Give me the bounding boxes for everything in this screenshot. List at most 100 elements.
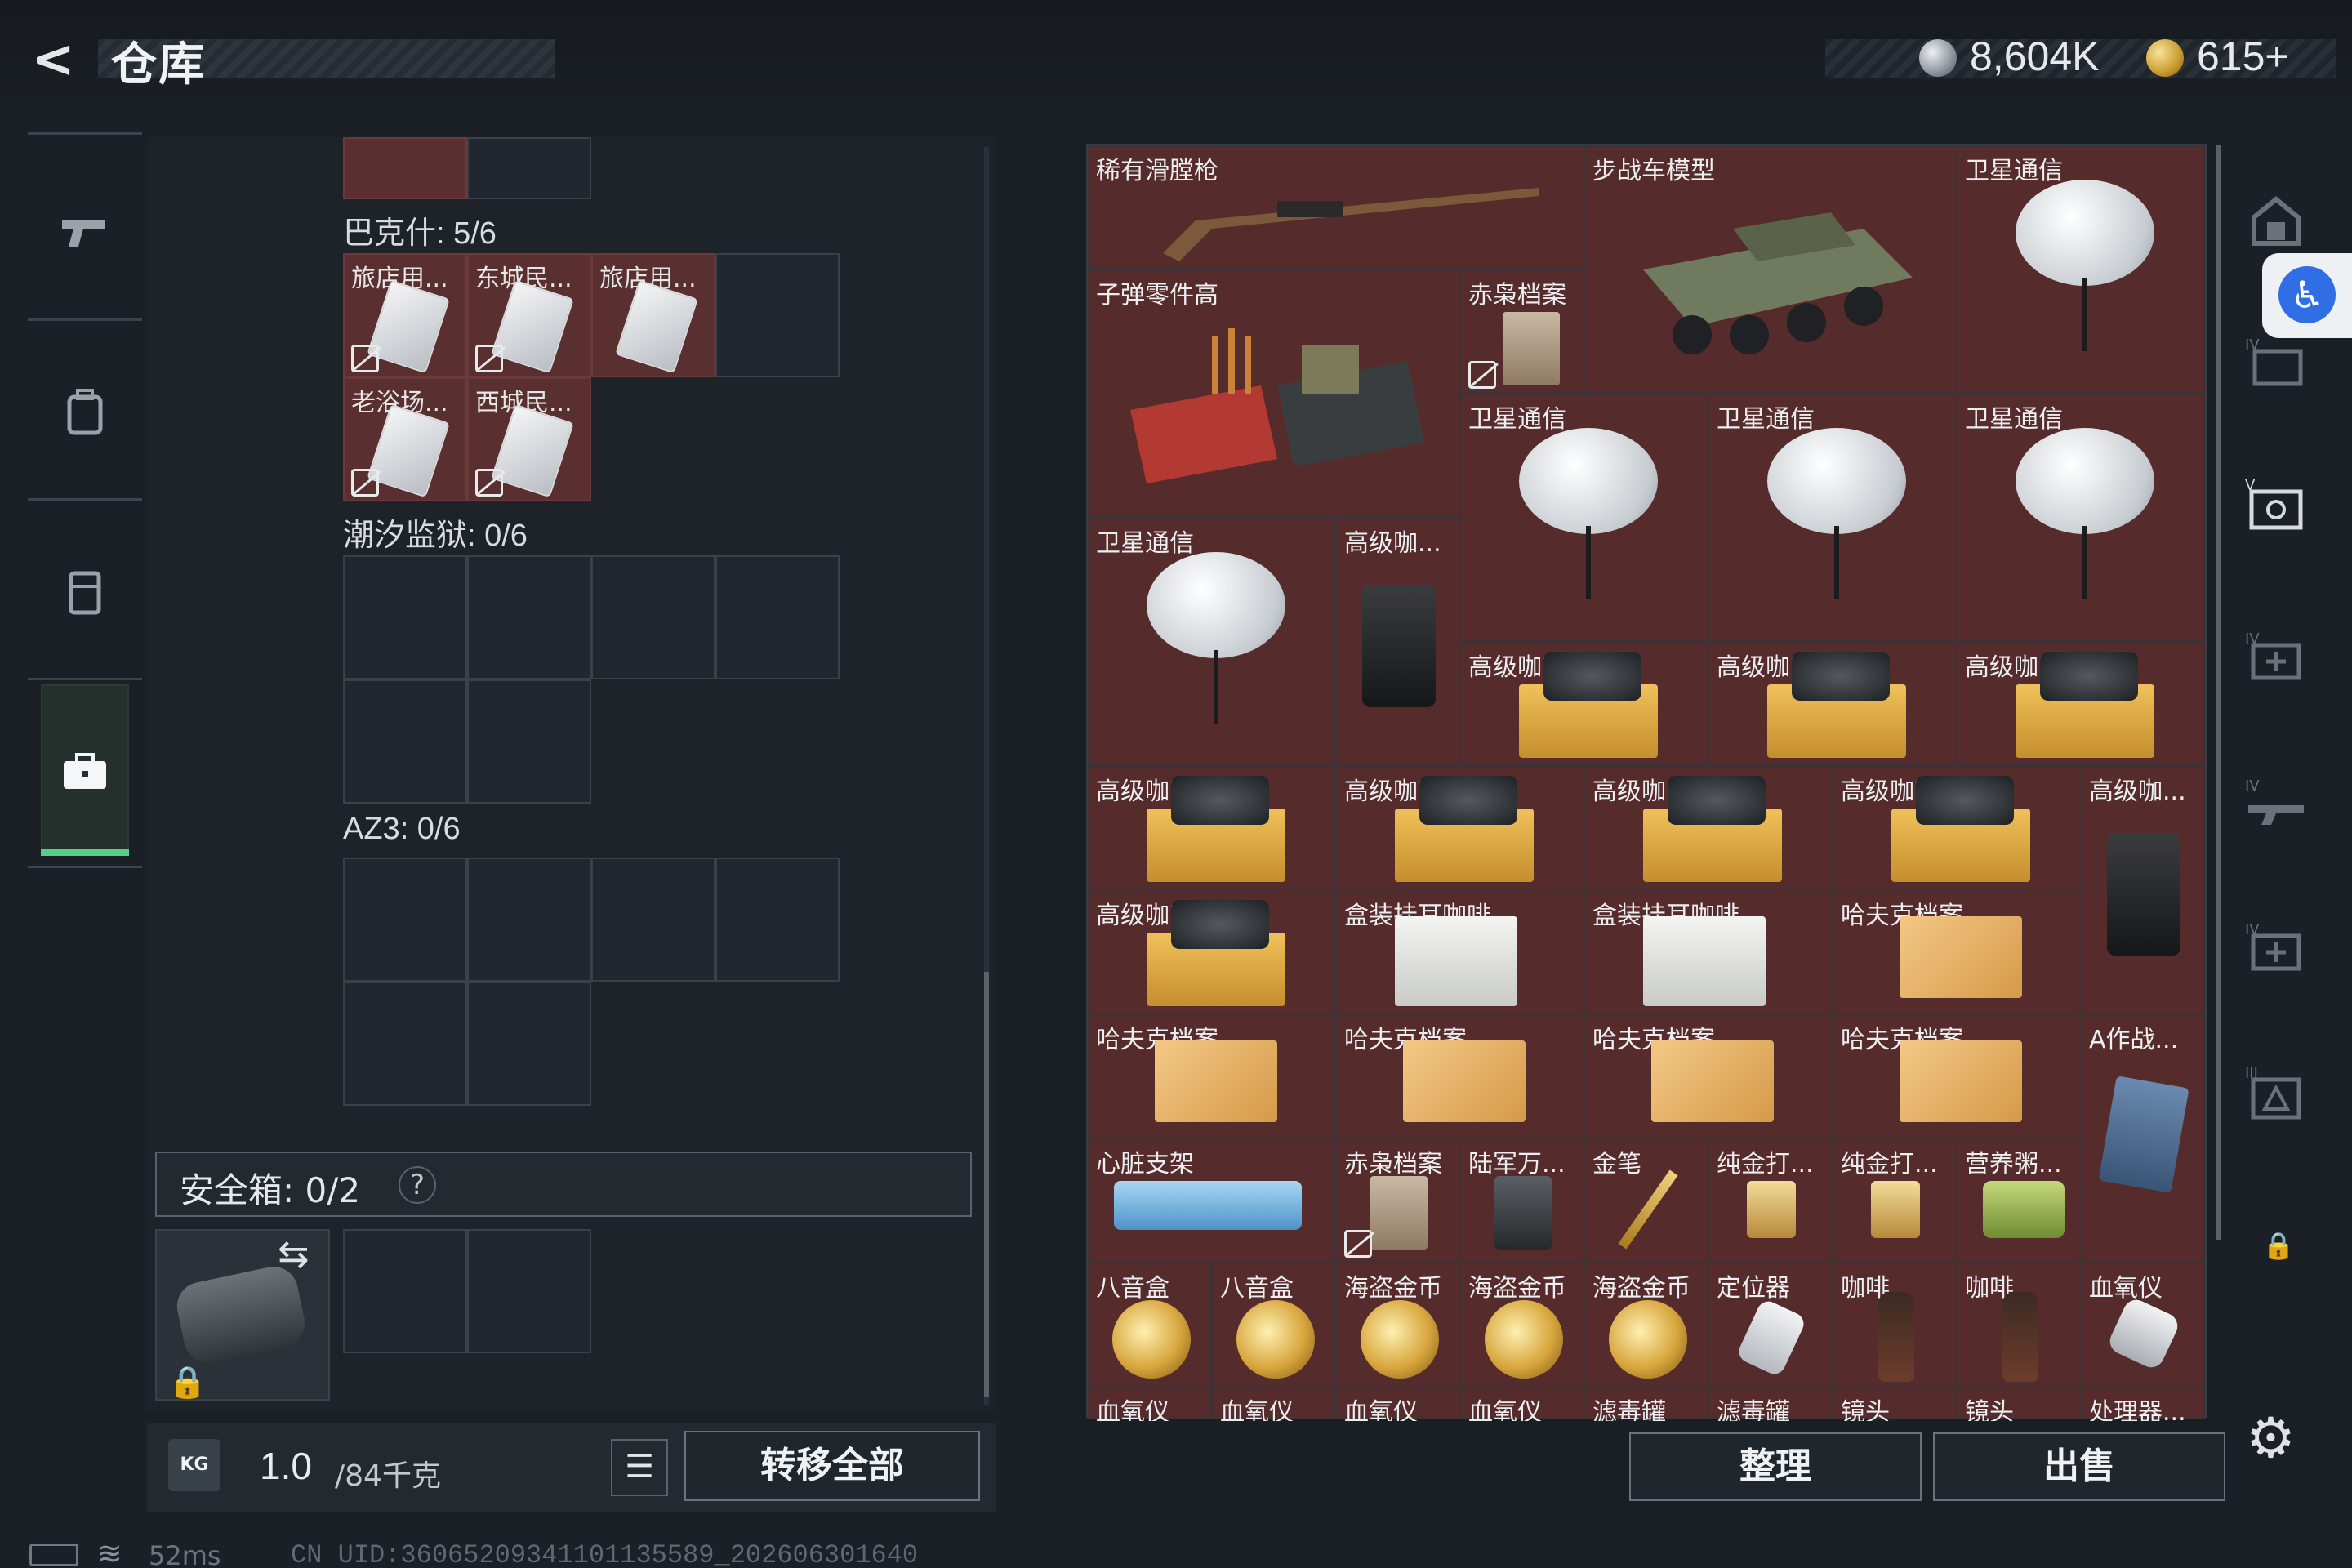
container-item[interactable]: 旅店用... xyxy=(343,253,467,377)
empty-slot[interactable] xyxy=(467,679,591,804)
safebox-slot[interactable] xyxy=(343,1229,467,1353)
empty-slot[interactable] xyxy=(591,555,715,679)
grid-item-pirate-coin[interactable]: 海盗金币 xyxy=(1584,1263,1708,1387)
empty-slot[interactable] xyxy=(467,858,591,982)
grid-item-coffee-beans[interactable]: 高级咖啡豆 xyxy=(1584,766,1833,890)
grid-item-bullet-parts[interactable]: 子弹零件高 xyxy=(1088,270,1460,518)
transfer-all-button[interactable]: 转移全部 xyxy=(684,1431,980,1501)
grid-item-gold-pen[interactable]: 金笔 xyxy=(1584,1138,1708,1263)
grid-item-oximeter[interactable]: 血氧仪 xyxy=(2081,1263,2205,1387)
grid-item-coffee-bag[interactable]: 高级咖... xyxy=(1336,518,1460,766)
tier4-weapon-icon[interactable]: IV xyxy=(2239,768,2313,841)
empty-slot[interactable] xyxy=(343,858,467,982)
container-item[interactable]: 老浴场... xyxy=(343,377,467,501)
empty-slot[interactable] xyxy=(343,982,467,1106)
grid-item-gas-filter[interactable]: 滤毒罐 xyxy=(1708,1387,1833,1427)
grid-item-porridge[interactable]: 营养粥... xyxy=(1957,1138,2081,1263)
grid-item-gold-lighter[interactable]: 纯金打... xyxy=(1708,1138,1833,1263)
empty-slot[interactable] xyxy=(343,679,467,804)
grid-item-lens[interactable]: 镜头 xyxy=(1957,1387,2081,1427)
grid-item-satellite[interactable]: 卫星通信 xyxy=(1708,394,1957,642)
grid-item-oximeter[interactable]: 血氧仪 xyxy=(1460,1387,1584,1427)
gear-icon[interactable]: ⚙ xyxy=(2246,1406,2296,1471)
container-item[interactable]: 西城民... xyxy=(467,377,591,501)
grid-scrollbar[interactable] xyxy=(2216,145,2221,1240)
grid-item-musket[interactable]: 稀有滑膛枪 xyxy=(1088,145,1584,270)
swap-icon[interactable]: ⇆ xyxy=(278,1232,310,1276)
left-scrollbar-thumb[interactable] xyxy=(984,972,989,1396)
armor-nav-icon[interactable] xyxy=(41,547,129,635)
container-item[interactable]: 东城民... xyxy=(467,253,591,377)
grid-item-file[interactable]: 赤枭档案 xyxy=(1460,270,1584,394)
grid-item-satellite[interactable]: 卫星通信 xyxy=(1460,394,1708,642)
grid-item-havk-file[interactable]: 哈夫克档案 xyxy=(1833,890,2081,1014)
help-button[interactable]: ? xyxy=(399,1166,436,1204)
grid-item-coffee-beans[interactable]: 高级咖啡豆 xyxy=(1460,642,1708,766)
grid-item-oximeter[interactable]: 血氧仪 xyxy=(1212,1387,1336,1427)
tier4-medkit-icon[interactable]: IV xyxy=(2239,621,2313,694)
satellite-dish-icon xyxy=(1767,428,1906,534)
grid-item-drip-coffee[interactable]: 盒装挂耳咖啡 xyxy=(1584,890,1833,1014)
tripod-icon xyxy=(1214,650,1218,724)
grid-item-coffee-bag[interactable]: 高级咖... xyxy=(2081,766,2205,1014)
grid-item-music-box[interactable]: 八音盒 xyxy=(1212,1263,1336,1387)
nav-separator xyxy=(28,132,142,135)
empty-slot[interactable] xyxy=(591,858,715,982)
grid-item-oximeter[interactable]: 血氧仪 xyxy=(1336,1387,1460,1427)
grid-item-coffee-beans[interactable]: 高级咖啡豆 xyxy=(1833,766,2081,890)
list-view-button[interactable]: ☰ xyxy=(611,1439,668,1496)
grid-item-locator[interactable]: 定位器 xyxy=(1708,1263,1833,1387)
grid-item-ifv-model[interactable]: 步战车模型 xyxy=(1584,145,1957,394)
grid-item-havk-file[interactable]: 哈夫克档案 xyxy=(1833,1014,2081,1138)
grid-item-drip-coffee[interactable]: 盒装挂耳咖啡 xyxy=(1336,890,1584,1014)
grid-item-satellite[interactable]: 卫星通信 xyxy=(1957,394,2205,642)
accessibility-icon[interactable]: ♿ xyxy=(2278,266,2336,323)
backpack-nav-icon[interactable] xyxy=(41,368,129,456)
weapon-nav-icon[interactable] xyxy=(41,188,129,276)
grid-item-processor[interactable]: 处理器... xyxy=(2081,1387,2205,1427)
sort-button[interactable]: 整理 xyxy=(1629,1432,1922,1501)
tier4-medkit2-icon[interactable]: IV xyxy=(2239,911,2313,985)
empty-slot[interactable] xyxy=(343,555,467,679)
grid-item-music-box[interactable]: 八音盒 xyxy=(1088,1263,1212,1387)
grid-item-satellite[interactable]: 卫星通信 xyxy=(1088,518,1336,766)
grid-item-coffee-beans[interactable]: 高级咖啡豆 xyxy=(1708,642,1957,766)
grid-item-pirate-coin[interactable]: 海盗金币 xyxy=(1460,1263,1584,1387)
grid-item-coffee-beans[interactable]: 高级咖啡豆 xyxy=(1088,890,1336,1014)
grid-item-coffee-beans[interactable]: 高级咖啡豆 xyxy=(1088,766,1336,890)
grid-item-havk-file[interactable]: 哈夫克档案 xyxy=(1584,1014,1833,1138)
grid-item-pirate-coin[interactable]: 海盗金币 xyxy=(1336,1263,1460,1387)
tier5-safe-icon[interactable]: V xyxy=(2239,470,2313,544)
back-button[interactable]: < xyxy=(24,31,82,88)
grid-item-coffee[interactable]: 咖啡 xyxy=(1833,1263,1957,1387)
grid-item-gold-lighter[interactable]: 纯金打... xyxy=(1833,1138,1957,1263)
grid-item-a-ops-book[interactable]: A作战... xyxy=(2081,1014,2205,1263)
grid-item-satellite[interactable]: 卫星通信 xyxy=(1957,145,2205,394)
empty-slot[interactable] xyxy=(467,137,591,199)
lock-icon[interactable]: 🔒 xyxy=(2262,1230,2295,1261)
grid-item-lens[interactable]: 镜头 xyxy=(1833,1387,1957,1427)
empty-slot[interactable] xyxy=(715,858,840,982)
tier3-triangle-icon[interactable]: III xyxy=(2239,1058,2313,1132)
partial-item-cell[interactable] xyxy=(343,137,467,199)
item-label: 海盗金币 xyxy=(1592,1274,1690,1303)
grid-item-havk-file[interactable]: 哈夫克档案 xyxy=(1336,1014,1584,1138)
grid-item-havk-file[interactable]: 哈夫克档案 xyxy=(1088,1014,1336,1138)
empty-slot[interactable] xyxy=(467,555,591,679)
safebox-slot[interactable] xyxy=(467,1229,591,1353)
grid-item-heart-stent[interactable]: 心脏支架 xyxy=(1088,1138,1336,1263)
grid-item-army-radio[interactable]: 陆军万... xyxy=(1460,1138,1584,1263)
storage-home-icon[interactable] xyxy=(2239,185,2313,258)
gold-amount[interactable]: 615+ xyxy=(2197,33,2289,80)
grid-item-coffee-beans[interactable]: 高级咖啡豆 xyxy=(1957,642,2205,766)
container-item[interactable]: 旅店用... xyxy=(591,253,715,377)
grid-item-coffee[interactable]: 咖啡 xyxy=(1957,1263,2081,1387)
empty-slot[interactable] xyxy=(715,253,840,377)
grid-item-file[interactable]: 赤枭档案 xyxy=(1336,1138,1460,1263)
empty-slot[interactable] xyxy=(715,555,840,679)
grid-item-oximeter[interactable]: 血氧仪 xyxy=(1088,1387,1212,1427)
sell-button[interactable]: 出售 xyxy=(1933,1432,2225,1501)
empty-slot[interactable] xyxy=(467,982,591,1106)
grid-item-coffee-beans[interactable]: 高级咖啡豆 xyxy=(1336,766,1584,890)
grid-item-gas-filter[interactable]: 滤毒罐 xyxy=(1584,1387,1708,1427)
